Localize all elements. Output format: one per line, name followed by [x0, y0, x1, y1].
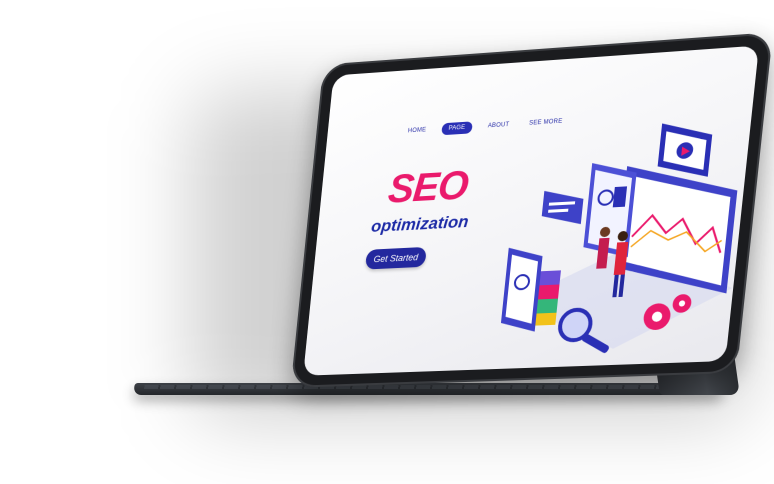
nav-page[interactable]: PAGE: [441, 121, 473, 136]
nav-about[interactable]: ABOUT: [483, 120, 513, 132]
chart-icon: [612, 186, 628, 208]
hero-subtitle: optimization: [370, 211, 470, 236]
keyboard-keys: [144, 385, 715, 389]
tablet-screen: HOME PAGE ABOUT SEE MORE SEO optimizatio…: [303, 45, 760, 376]
seo-illustration: [499, 120, 741, 355]
get-started-button[interactable]: Get Started: [365, 246, 427, 270]
video-panel: [656, 120, 714, 180]
keyboard-base: [133, 383, 725, 395]
chat-bubble: [540, 188, 585, 227]
nav-home[interactable]: HOME: [403, 125, 430, 137]
product-mockup: HOME PAGE ABOUT SEE MORE SEO optimizatio…: [0, 0, 774, 484]
nav-see-more[interactable]: SEE MORE: [525, 116, 567, 129]
tablet-device: HOME PAGE ABOUT SEE MORE SEO optimizatio…: [290, 32, 773, 388]
hero-title: SEO: [386, 163, 470, 212]
